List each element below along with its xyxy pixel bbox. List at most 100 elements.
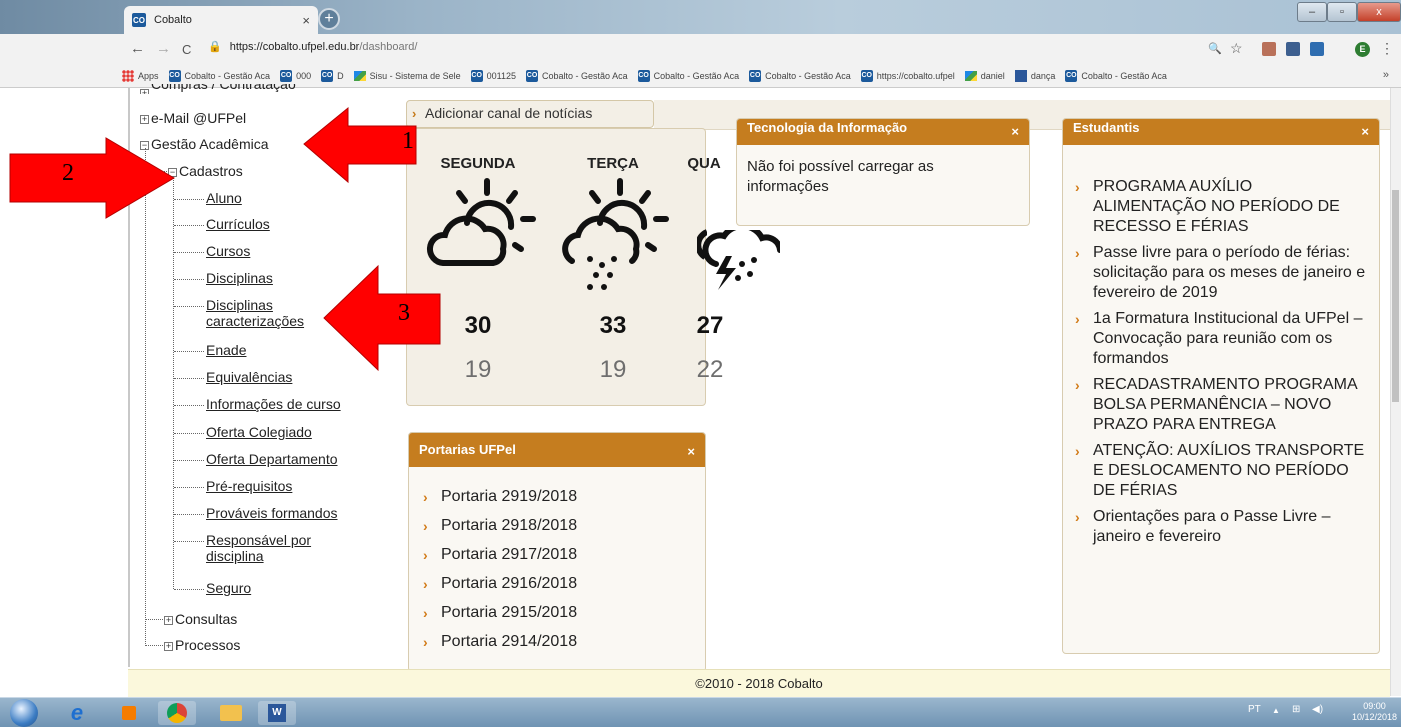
portaria-item[interactable]: › Portaria 2918/2018	[417, 516, 695, 536]
window-close-button[interactable]: x	[1357, 2, 1401, 22]
tree-item-email[interactable]: + e-Mail @UFPel	[140, 110, 246, 126]
bookmark-item[interactable]: CO Cobalto - Gestão Aca	[526, 69, 628, 82]
portaria-item[interactable]: › Portaria 2919/2018	[417, 487, 695, 507]
panel-header: Portarias UFPel ×	[409, 433, 705, 467]
news-item[interactable]: › PROGRAMA AUXÍLIO ALIMENTAÇÃO NO PERÍODO…	[1069, 177, 1369, 237]
chevron-right-icon: ›	[423, 518, 428, 534]
cobalto-favicon-icon: CO	[132, 13, 146, 27]
tree-link-equivalencias[interactable]: Equivalências	[206, 369, 292, 385]
maximize-button[interactable]: ▫	[1327, 2, 1357, 22]
tab-close-button[interactable]: ×	[302, 13, 310, 28]
tree-item-processos[interactable]: + Processos	[164, 637, 240, 653]
bookmark-item[interactable]: CO Cobalto - Gestão Aca	[1065, 69, 1167, 82]
tree-link-pre-requisitos[interactable]: Pré-requisitos	[206, 478, 292, 494]
news-item[interactable]: › 1a Formatura Institucional da UFPel – C…	[1069, 309, 1369, 369]
reload-button[interactable]: C	[182, 42, 191, 57]
browser-menu-icon[interactable]: ⋮	[1380, 40, 1394, 57]
tree-link-disciplinas[interactable]: Disciplinas	[206, 270, 273, 286]
bookmark-star-icon[interactable]: ☆	[1230, 40, 1243, 57]
tree-item-cadastros[interactable]: − Cadastros	[168, 163, 243, 179]
portaria-item[interactable]: › Portaria 2917/2018	[417, 545, 695, 565]
bookmark-item[interactable]: daniel	[964, 70, 1005, 81]
browser-tab[interactable]: CO Cobalto ×	[124, 6, 318, 34]
cobalto-favicon-icon: CO	[749, 69, 762, 82]
news-item[interactable]: › ATENÇÃO: AUXÍLIOS TRANSPORTE E DESLOCAM…	[1069, 441, 1369, 501]
forward-button[interactable]: →	[156, 40, 171, 57]
expand-icon[interactable]: +	[140, 115, 149, 124]
zoom-icon[interactable]: 🔍	[1208, 42, 1222, 55]
media-player-icon[interactable]	[110, 701, 148, 725]
tree-connector	[174, 589, 204, 590]
bookmarks-overflow-button[interactable]: »	[1383, 69, 1389, 81]
apps-icon	[122, 69, 134, 82]
language-indicator[interactable]: PT	[1248, 704, 1261, 715]
cobalto-favicon-icon: CO	[860, 69, 873, 82]
bookmark-item[interactable]: CO Cobalto - Gestão Aca	[637, 69, 739, 82]
address-bar-row: ← → C 🔒 https://cobalto.ufpel.edu.br/dash…	[0, 34, 1401, 64]
tray-expand-icon[interactable]: ▲	[1272, 706, 1280, 715]
word-icon[interactable]: W	[258, 701, 296, 725]
system-clock[interactable]: 09:00 10/12/2018	[1352, 701, 1397, 723]
tree-item-compras[interactable]: +Compras / Contratação	[140, 84, 296, 94]
chevron-right-icon: ›	[1075, 377, 1080, 393]
bookmark-item[interactable]: CO D	[321, 69, 344, 82]
close-icon[interactable]: ×	[687, 444, 695, 459]
portaria-item[interactable]: › Portaria 2914/2018	[417, 632, 695, 652]
expand-icon[interactable]: +	[164, 616, 173, 625]
tree-link-enade[interactable]: Enade	[206, 342, 246, 358]
network-icon[interactable]: ⊞	[1292, 704, 1300, 715]
bookmark-item[interactable]: CO 001125	[470, 69, 516, 82]
extension-icon[interactable]	[1262, 42, 1276, 56]
weather-day-name: SEGUNDA	[440, 155, 516, 172]
tree-link-responsavel-por-disciplina[interactable]: Responsável por disciplina	[206, 532, 326, 564]
close-icon[interactable]: ×	[1011, 124, 1019, 139]
extension-icon[interactable]	[1310, 42, 1324, 56]
bookmark-item[interactable]: dança	[1014, 69, 1055, 82]
tree-connector	[174, 405, 204, 406]
portaria-item[interactable]: › Portaria 2915/2018	[417, 603, 695, 623]
bookmark-item[interactable]: CO 000	[280, 69, 311, 82]
bookmark-item[interactable]: Sisu - Sistema de Sele	[353, 70, 461, 81]
tree-connector	[174, 378, 204, 379]
add-news-channel-button[interactable]: › Adicionar canal de notícias	[406, 100, 654, 128]
panel-tecnologia-informacao: Tecnologia da Informação × Não foi possí…	[736, 118, 1030, 226]
tree-link-cursos[interactable]: Cursos	[206, 243, 250, 259]
weather-high-temp: 33	[599, 312, 627, 339]
url-field[interactable]: 🔒 https://cobalto.ufpel.edu.br/dashboard/	[208, 40, 417, 53]
back-button[interactable]: ←	[130, 40, 145, 57]
tree-link-seguro[interactable]: Seguro	[206, 580, 251, 596]
news-item[interactable]: › Orientações para o Passe Livre – janeir…	[1069, 507, 1369, 547]
tree-link-provaveis-formandos[interactable]: Prováveis formandos	[206, 505, 338, 521]
internet-explorer-icon[interactable]: e	[58, 700, 96, 725]
annotation-label-2: 2	[62, 160, 74, 186]
chrome-icon[interactable]	[158, 701, 196, 725]
extension-icon[interactable]	[1286, 42, 1300, 56]
expand-icon[interactable]: +	[164, 642, 173, 651]
tree-link-aluno[interactable]: Aluno	[206, 190, 242, 206]
tree-connector	[174, 351, 204, 352]
url-host: https://cobalto.ufpel.edu.br	[229, 41, 360, 53]
tree-item-consultas[interactable]: + Consultas	[164, 611, 237, 627]
volume-icon[interactable]: ◀)	[1312, 704, 1323, 715]
new-tab-button[interactable]: +	[318, 8, 340, 30]
tree-link-disciplinas-caracterizacoes[interactable]: Disciplinas caracterizações	[206, 297, 326, 329]
profile-avatar[interactable]: E	[1355, 42, 1370, 57]
news-item[interactable]: › RECADASTRAMENTO PROGRAMA BOLSA PERMANÊN…	[1069, 375, 1369, 435]
close-icon[interactable]: ×	[1361, 124, 1369, 139]
tree-link-oferta-colegiado[interactable]: Oferta Colegiado	[206, 424, 312, 440]
bookmark-item[interactable]: CO Cobalto - Gestão Aca	[168, 69, 270, 82]
annotation-label-3: 3	[398, 300, 410, 326]
start-button[interactable]	[10, 699, 38, 727]
panel-estudantis: Estudantis × › PROGRAMA AUXÍLIO ALIMENTAÇ…	[1062, 118, 1380, 654]
scrollbar-thumb[interactable]	[1392, 190, 1399, 402]
bookmark-item[interactable]: CO https://cobalto.ufpel	[860, 69, 955, 82]
news-item[interactable]: › Passe livre para o período de férias: s…	[1069, 243, 1369, 303]
bookmark-apps[interactable]: Apps	[122, 69, 159, 82]
minimize-button[interactable]: –	[1297, 2, 1327, 22]
tree-link-informacoes-de-curso[interactable]: Informações de curso	[206, 396, 341, 412]
tree-link-oferta-departamento[interactable]: Oferta Departamento	[206, 451, 338, 467]
portaria-item[interactable]: › Portaria 2916/2018	[417, 574, 695, 594]
file-explorer-icon[interactable]	[212, 701, 250, 725]
tree-link-curriculos[interactable]: Currículos	[206, 216, 270, 232]
bookmark-item[interactable]: CO Cobalto - Gestão Aca	[749, 69, 851, 82]
